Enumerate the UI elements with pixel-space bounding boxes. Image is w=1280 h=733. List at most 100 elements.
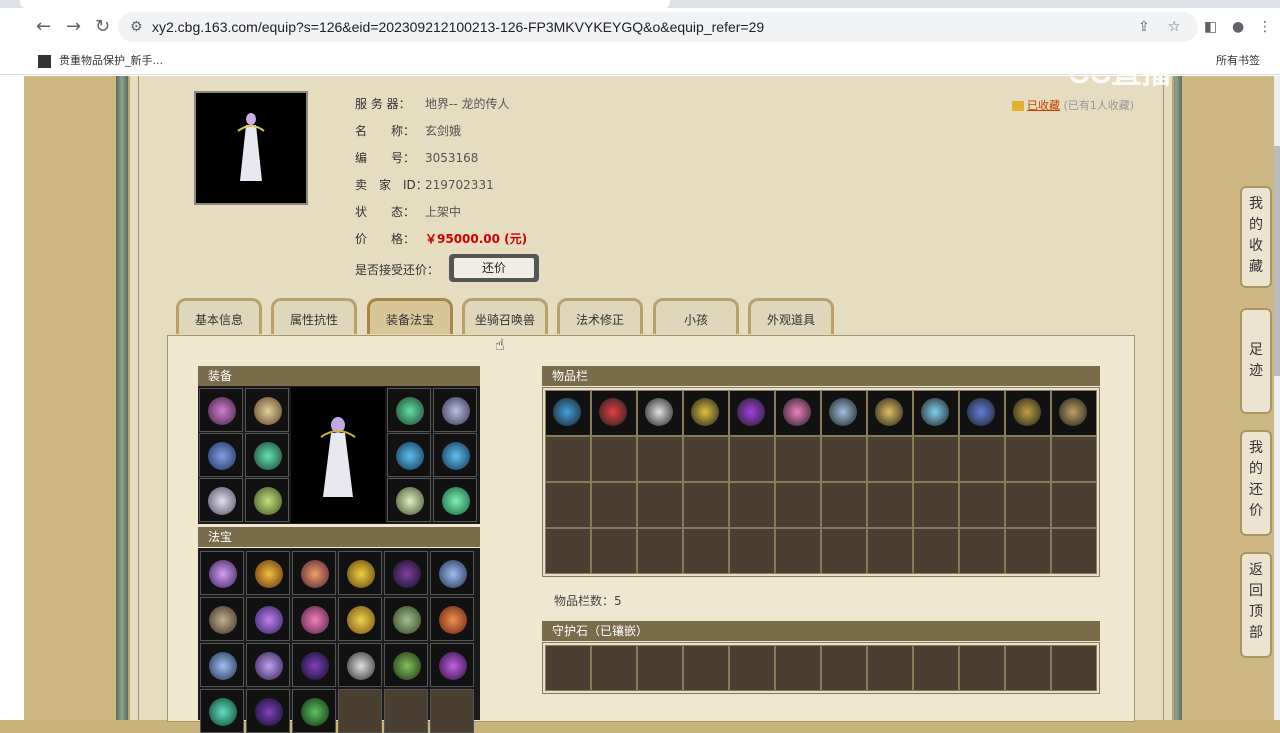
treasure-slot[interactable] — [338, 551, 382, 595]
inventory-slot[interactable] — [591, 436, 637, 482]
treasure-slot[interactable] — [200, 689, 244, 733]
favorited-link[interactable]: 已收藏 — [1027, 99, 1060, 112]
side-nav-back-to-top[interactable]: 返回顶部 — [1240, 552, 1272, 658]
inventory-slot[interactable] — [545, 482, 591, 528]
inventory-slot[interactable] — [913, 482, 959, 528]
inventory-slot[interactable] — [821, 528, 867, 574]
guard-stone-slot[interactable] — [775, 645, 821, 691]
equip-slot[interactable] — [199, 433, 243, 477]
browser-tab[interactable] — [20, 0, 670, 8]
inventory-slot[interactable] — [959, 436, 1005, 482]
url-text[interactable]: xy2.cbg.163.com/equip?s=126&eid=20230921… — [152, 19, 764, 35]
inventory-slot[interactable] — [591, 482, 637, 528]
guard-stone-slot[interactable] — [683, 645, 729, 691]
equip-slot[interactable] — [245, 388, 289, 432]
inventory-slot[interactable] — [729, 390, 775, 436]
treasure-slot[interactable] — [338, 643, 382, 687]
inventory-slot[interactable] — [545, 528, 591, 574]
tab-attributes[interactable]: 属性抗性 — [271, 298, 357, 334]
side-nav-history[interactable]: 足迹 — [1240, 308, 1272, 414]
inventory-slot[interactable] — [683, 390, 729, 436]
equip-slot[interactable] — [199, 388, 243, 432]
treasure-slot[interactable] — [384, 689, 428, 733]
guard-stone-slot[interactable] — [913, 645, 959, 691]
equip-slot[interactable] — [199, 478, 243, 522]
treasure-slot[interactable] — [430, 689, 474, 733]
inventory-slot[interactable] — [545, 436, 591, 482]
treasure-slot[interactable] — [292, 551, 336, 595]
treasure-slot[interactable] — [246, 689, 290, 733]
address-bar[interactable]: ⚙ xy2.cbg.163.com/equip?s=126&eid=202309… — [118, 12, 1198, 42]
inventory-slot[interactable] — [1051, 528, 1097, 574]
treasure-slot[interactable] — [200, 643, 244, 687]
inventory-slot[interactable] — [729, 482, 775, 528]
treasure-slot[interactable] — [246, 643, 290, 687]
inventory-slot[interactable] — [683, 482, 729, 528]
equip-slot[interactable] — [245, 478, 289, 522]
inventory-slot[interactable] — [591, 528, 637, 574]
side-nav-favorites[interactable]: 我的收藏 — [1240, 186, 1272, 288]
inventory-slot[interactable] — [1051, 436, 1097, 482]
treasure-slot[interactable] — [292, 689, 336, 733]
treasure-slot[interactable] — [246, 551, 290, 595]
treasure-slot[interactable] — [292, 643, 336, 687]
equip-slot[interactable] — [387, 433, 431, 477]
inventory-slot[interactable] — [867, 528, 913, 574]
tab-spell-mod[interactable]: 法术修正 — [557, 298, 643, 334]
guard-stone-slot[interactable] — [545, 645, 591, 691]
inventory-slot[interactable] — [683, 528, 729, 574]
treasure-slot[interactable] — [384, 597, 428, 641]
inventory-slot[interactable] — [821, 482, 867, 528]
equip-slot[interactable] — [433, 478, 477, 522]
guard-stone-slot[interactable] — [1051, 645, 1097, 691]
back-icon[interactable]: ← — [36, 18, 51, 36]
side-nav-my-bargains[interactable]: 我的还价 — [1240, 430, 1272, 536]
site-info-icon[interactable]: ⚙ — [130, 19, 143, 35]
treasure-slot[interactable] — [430, 597, 474, 641]
treasure-slot[interactable] — [430, 551, 474, 595]
inventory-slot[interactable] — [545, 390, 591, 436]
inventory-slot[interactable] — [775, 528, 821, 574]
inventory-slot[interactable] — [775, 390, 821, 436]
tab-child[interactable]: 小孩 — [653, 298, 739, 334]
share-icon[interactable]: ⇪ — [1138, 19, 1150, 35]
all-bookmarks[interactable]: 所有书签 — [1216, 52, 1260, 68]
inventory-slot[interactable] — [913, 390, 959, 436]
bookmark-star-icon[interactable]: ☆ — [1168, 19, 1181, 35]
scrollbar-thumb[interactable] — [1274, 146, 1280, 376]
inventory-slot[interactable] — [867, 390, 913, 436]
inventory-slot[interactable] — [637, 528, 683, 574]
inventory-slot[interactable] — [637, 390, 683, 436]
inventory-slot[interactable] — [637, 436, 683, 482]
inventory-slot[interactable] — [591, 390, 637, 436]
side-panel-icon[interactable]: ◧ — [1204, 18, 1217, 36]
forward-icon[interactable]: → — [66, 18, 81, 36]
inventory-slot[interactable] — [821, 390, 867, 436]
inventory-slot[interactable] — [1005, 528, 1051, 574]
treasure-slot[interactable] — [246, 597, 290, 641]
tab-equipment[interactable]: 装备法宝 — [367, 298, 453, 334]
inventory-slot[interactable] — [1051, 482, 1097, 528]
guard-stone-slot[interactable] — [867, 645, 913, 691]
inventory-slot[interactable] — [913, 436, 959, 482]
inventory-slot[interactable] — [775, 436, 821, 482]
bookmark-item[interactable]: 贵重物品保护_新手... — [38, 52, 163, 68]
inventory-slot[interactable] — [1005, 390, 1051, 436]
inventory-slot[interactable] — [683, 436, 729, 482]
treasure-slot[interactable] — [384, 551, 428, 595]
treasure-slot[interactable] — [292, 597, 336, 641]
guard-stone-slot[interactable] — [959, 645, 1005, 691]
treasure-slot[interactable] — [338, 689, 382, 733]
page-scrollbar[interactable] — [1274, 76, 1280, 720]
inventory-slot[interactable] — [959, 482, 1005, 528]
inventory-slot[interactable] — [729, 528, 775, 574]
tab-basic-info[interactable]: 基本信息 — [176, 298, 262, 334]
treasure-slot[interactable] — [200, 551, 244, 595]
inventory-slot[interactable] — [867, 482, 913, 528]
tab-appearance[interactable]: 外观道具 — [748, 298, 834, 334]
inventory-slot[interactable] — [867, 436, 913, 482]
treasure-slot[interactable] — [384, 643, 428, 687]
guard-stone-slot[interactable] — [591, 645, 637, 691]
guard-stone-slot[interactable] — [637, 645, 683, 691]
inventory-slot[interactable] — [775, 482, 821, 528]
